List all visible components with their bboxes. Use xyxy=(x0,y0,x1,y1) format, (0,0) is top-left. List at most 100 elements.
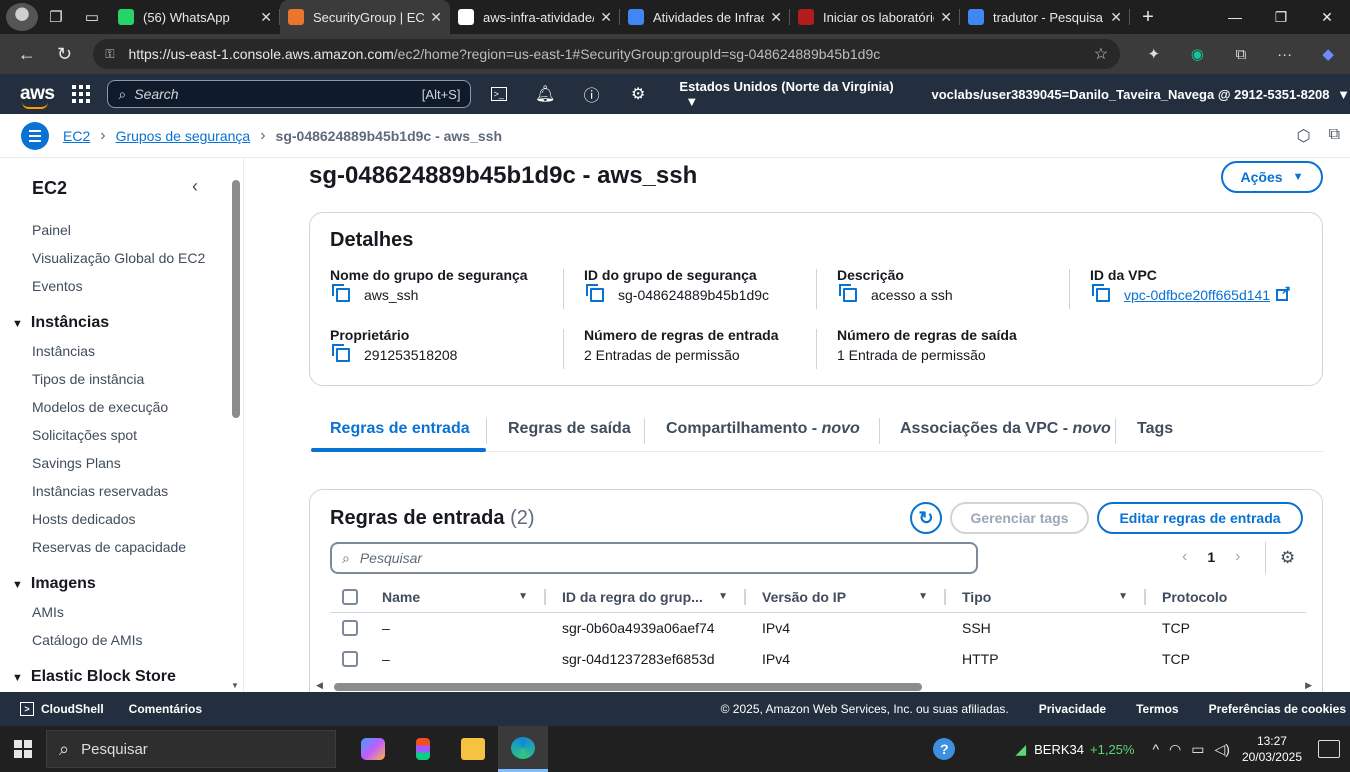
maximize-icon[interactable]: ❐ xyxy=(1258,0,1304,34)
sort-icon[interactable]: ▼ xyxy=(518,591,528,602)
expand-caret-icon[interactable]: ▼ xyxy=(12,318,23,330)
close-tab-icon[interactable]: ✕ xyxy=(260,9,272,26)
table-row[interactable]: – sgr-0b60a4939a06aef74 IPv4 SSH TCP xyxy=(330,612,1306,643)
notifications-bell-icon[interactable]: 🔔︎ xyxy=(522,84,568,104)
sidebar-item[interactable]: Eventos xyxy=(32,278,83,294)
privacy-link[interactable]: Privacidade xyxy=(1039,702,1106,716)
browser-tab[interactable]: Iniciar os laboratório ✕ xyxy=(790,0,960,34)
sidebar-section[interactable]: ▼ Imagens xyxy=(12,575,96,593)
column-header-name[interactable]: Name ▼ xyxy=(366,582,546,613)
rules-search-input[interactable]: ⌕ Pesquisar xyxy=(330,542,978,574)
close-window-icon[interactable]: ✕ xyxy=(1304,0,1350,34)
back-icon[interactable]: ← xyxy=(8,38,46,70)
sidebar-section[interactable]: ▼ Elastic Block Store xyxy=(12,668,176,686)
chevron-up-icon[interactable]: ^ xyxy=(1152,741,1159,758)
browser-tab[interactable]: aws-infra-atividade/f ✕ xyxy=(450,0,620,34)
extensions-puzzle-icon[interactable]: ⧉ xyxy=(1219,46,1263,63)
windows-start-icon[interactable] xyxy=(0,740,46,758)
notifications-icon[interactable] xyxy=(1318,740,1340,758)
copy-icon[interactable] xyxy=(586,284,604,302)
sidebar-section[interactable]: ▼ Instâncias xyxy=(12,314,109,332)
grammarly-icon[interactable]: ◉ xyxy=(1176,45,1220,63)
manage-tags-button[interactable]: Gerenciar tags xyxy=(950,502,1089,534)
copilot-app-icon[interactable] xyxy=(348,726,398,772)
sidebar-item[interactable]: Visualização Global do EC2 xyxy=(32,250,205,266)
next-page-icon[interactable]: › xyxy=(1235,548,1240,566)
external-link-icon[interactable] xyxy=(1276,283,1291,301)
select-all-checkbox[interactable] xyxy=(342,589,358,606)
edit-inbound-rules-button[interactable]: Editar regras de entrada xyxy=(1097,502,1303,534)
copilot-icon[interactable]: ◆ xyxy=(1306,45,1350,63)
aws-logo[interactable]: aws xyxy=(0,83,55,109)
sort-icon[interactable]: ▼ xyxy=(1118,591,1128,602)
new-tab-icon[interactable]: + xyxy=(1130,0,1166,34)
copy-icon[interactable] xyxy=(332,284,350,302)
workspaces-icon[interactable]: ❐ xyxy=(38,0,74,34)
edge-browser-icon[interactable] xyxy=(498,726,548,772)
browser-tab[interactable]: Atividades de Infrae ✕ xyxy=(620,0,790,34)
url-field[interactable]: ⚿ https://us-east-1.console.aws.amazon.c… xyxy=(93,39,1121,69)
settings-gear-icon[interactable]: ⚙ xyxy=(615,84,661,104)
close-sidebar-icon[interactable]: ‹ xyxy=(192,176,198,197)
sort-icon[interactable]: ▼ xyxy=(918,591,928,602)
vpc-link[interactable]: vpc-0dfbce20ff665d141 xyxy=(1124,287,1270,303)
table-row[interactable]: – sgr-04d1237283ef6853d IPv4 HTTP TCP xyxy=(330,643,1306,674)
sidebar-item[interactable]: Modelos de execução xyxy=(32,399,168,415)
refresh-button[interactable]: ↻ xyxy=(910,502,942,534)
table-preferences-icon[interactable]: ⚙ xyxy=(1265,542,1295,574)
column-header-protocol[interactable]: Protocolo xyxy=(1146,582,1306,613)
close-tab-icon[interactable]: ✕ xyxy=(770,9,782,26)
copy-icon[interactable] xyxy=(332,344,350,362)
scrollbar-thumb[interactable] xyxy=(232,180,240,418)
taskbar-search-input[interactable]: ⌕ Pesquisar xyxy=(46,730,336,768)
wifi-icon[interactable]: ◠ xyxy=(1169,741,1181,758)
site-info-icon[interactable]: ⚿ xyxy=(105,47,114,62)
sidebar-item[interactable]: Reservas de capacidade xyxy=(32,539,186,555)
sidebar-item[interactable]: Instâncias reservadas xyxy=(32,483,168,499)
sidebar-item[interactable]: Painel xyxy=(32,222,71,238)
reload-icon[interactable]: ↻ xyxy=(46,38,84,70)
feedback-icon[interactable]: ⧉ xyxy=(1329,126,1340,146)
search-input[interactable]: ⌕ Search [Alt+S] xyxy=(107,80,472,108)
sidebar-item[interactable]: Tipos de instância xyxy=(32,371,144,387)
scroll-left-arrow-icon[interactable]: ◀ xyxy=(316,680,323,691)
close-tab-icon[interactable]: ✕ xyxy=(600,9,612,26)
cloudshell-button[interactable]: > CloudShell xyxy=(20,702,104,716)
page-number[interactable]: 1 xyxy=(1207,549,1215,565)
column-header-type[interactable]: Tipo ▼ xyxy=(946,582,1146,613)
copy-icon[interactable] xyxy=(839,284,857,302)
bookmark-star-icon[interactable]: ☆ xyxy=(1094,44,1108,64)
row-checkbox[interactable] xyxy=(342,651,358,668)
breadcrumb-security-groups[interactable]: Grupos de segurança xyxy=(116,128,251,144)
sidebar-item[interactable]: Catálogo de AMIs xyxy=(32,632,143,648)
prev-page-icon[interactable]: ‹ xyxy=(1182,548,1187,566)
scroll-down-arrow-icon[interactable]: ▼ xyxy=(231,681,239,690)
browser-tab[interactable]: tradutor - Pesquisa G ✕ xyxy=(960,0,1130,34)
close-tab-icon[interactable]: ✕ xyxy=(940,9,952,26)
tab-outbound-rules[interactable]: Regras de saída xyxy=(508,420,631,438)
column-header-rule-id[interactable]: ID da regra do grup... ▼ xyxy=(546,582,746,613)
side-nav-toggle-icon[interactable] xyxy=(21,121,49,150)
expand-caret-icon[interactable]: ▼ xyxy=(12,672,23,684)
battery-icon[interactable]: ▭ xyxy=(1191,741,1204,758)
breadcrumb-ec2[interactable]: EC2 xyxy=(63,128,90,144)
sidebar-item[interactable]: Solicitações spot xyxy=(32,427,137,443)
account-menu[interactable]: voclabs/user3839045=Danilo_Taveira_Naveg… xyxy=(932,87,1350,102)
close-tab-icon[interactable]: ✕ xyxy=(1110,9,1122,26)
tab-sharing[interactable]: Compartilhamento - novo xyxy=(666,420,860,438)
browser-tab[interactable]: SecurityGroup | EC2 ✕ xyxy=(280,0,450,34)
tab-tags[interactable]: Tags xyxy=(1137,420,1173,438)
region-selector[interactable]: Estados Unidos (Norte da Virgínia) ▼ xyxy=(679,79,899,109)
tab-inbound-rules[interactable]: Regras de entrada xyxy=(330,420,470,438)
row-checkbox[interactable] xyxy=(342,620,358,637)
sort-icon[interactable]: ▼ xyxy=(718,591,728,602)
cookie-preferences-link[interactable]: Preferências de cookies xyxy=(1209,702,1346,716)
comments-link[interactable]: Comentários xyxy=(129,702,202,716)
figma-app-icon[interactable] xyxy=(398,726,448,772)
browser-menu-icon[interactable]: ··· xyxy=(1263,46,1307,63)
expand-caret-icon[interactable]: ▼ xyxy=(12,579,23,591)
sidebar-item[interactable]: Hosts dedicados xyxy=(32,511,136,527)
help-icon[interactable]: ⓘ xyxy=(568,82,614,106)
sidebar-item[interactable]: Instâncias xyxy=(32,343,95,359)
clock[interactable]: 13:27 20/03/2025 xyxy=(1242,733,1302,765)
